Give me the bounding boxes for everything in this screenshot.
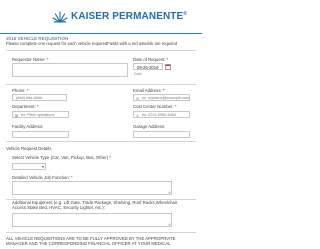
- calendar-icon[interactable]: [165, 64, 171, 70]
- phone-input[interactable]: (###) ###-####: [12, 94, 67, 101]
- vehicle-type-select[interactable]: ▾: [12, 163, 46, 170]
- envelope-icon: ✉: [135, 95, 140, 101]
- facility-address-input[interactable]: [12, 131, 69, 138]
- building-icon: ▦: [14, 112, 19, 118]
- requestor-name-input[interactable]: [12, 63, 128, 77]
- job-function-label: Detailed Vehicle Job Function: *: [12, 175, 73, 180]
- chevron-down-icon: ▾: [41, 164, 44, 169]
- cost-center-label: Cost Center Number: *: [133, 104, 177, 109]
- divider: [6, 141, 196, 142]
- resize-handle-icon[interactable]: ◢: [168, 191, 171, 194]
- resize-handle-icon[interactable]: ◢: [168, 223, 171, 226]
- facility-address-label: Facility Address:: [12, 124, 44, 129]
- divider: [6, 50, 196, 51]
- date-of-request-label: Date of Request: *: [133, 57, 169, 62]
- garage-address-label: Garage Address:: [133, 124, 166, 129]
- email-label: Email Address: *: [133, 88, 165, 93]
- vehicle-type-label: Select Vehicle Type (Car, Van, Pickup, B…: [12, 155, 111, 160]
- header-divider: [0, 33, 202, 34]
- requestor-name-label: Requestor Name: *: [12, 57, 49, 62]
- email-input[interactable]: ✉ ex: myname@example.com: [133, 94, 190, 101]
- date-of-request-input[interactable]: 09-26-2019: [133, 63, 163, 70]
- vehicle-section-heading: Vehicle Request Details: [6, 146, 52, 151]
- department-label: Department: *: [12, 104, 39, 109]
- date-caption: Date: [134, 72, 142, 76]
- brand-logo: KAISER PERMANENTE®: [52, 9, 187, 23]
- phone-label: Phone: *: [12, 88, 29, 93]
- kaiser-logo-icon: [52, 11, 68, 23]
- date-value: 09-26-2019: [137, 65, 159, 70]
- approval-footnote: ALL VEHICLE REQUISITIONS ARE TO BE FULLY…: [6, 236, 176, 247]
- additional-equipment-textarea[interactable]: ◢: [12, 213, 172, 227]
- department-input[interactable]: ▦ ex: Fleet operations: [12, 111, 69, 118]
- divider: [6, 84, 196, 85]
- divider: [6, 232, 196, 233]
- form-subtitle: Please complete one request for each veh…: [6, 41, 178, 46]
- additional-equipment-label: Additional Equipment (e.g. Lift Gate, Tr…: [12, 200, 178, 210]
- dollar-icon: $: [136, 112, 139, 118]
- job-function-textarea[interactable]: ◢: [12, 181, 172, 195]
- brand-name: KAISER PERMANENTE®: [71, 10, 188, 22]
- header: KAISER PERMANENTE®: [0, 0, 202, 33]
- cost-center-input[interactable]: $ ex: 0221-0000-5484: [133, 111, 190, 118]
- garage-address-input[interactable]: [133, 131, 190, 138]
